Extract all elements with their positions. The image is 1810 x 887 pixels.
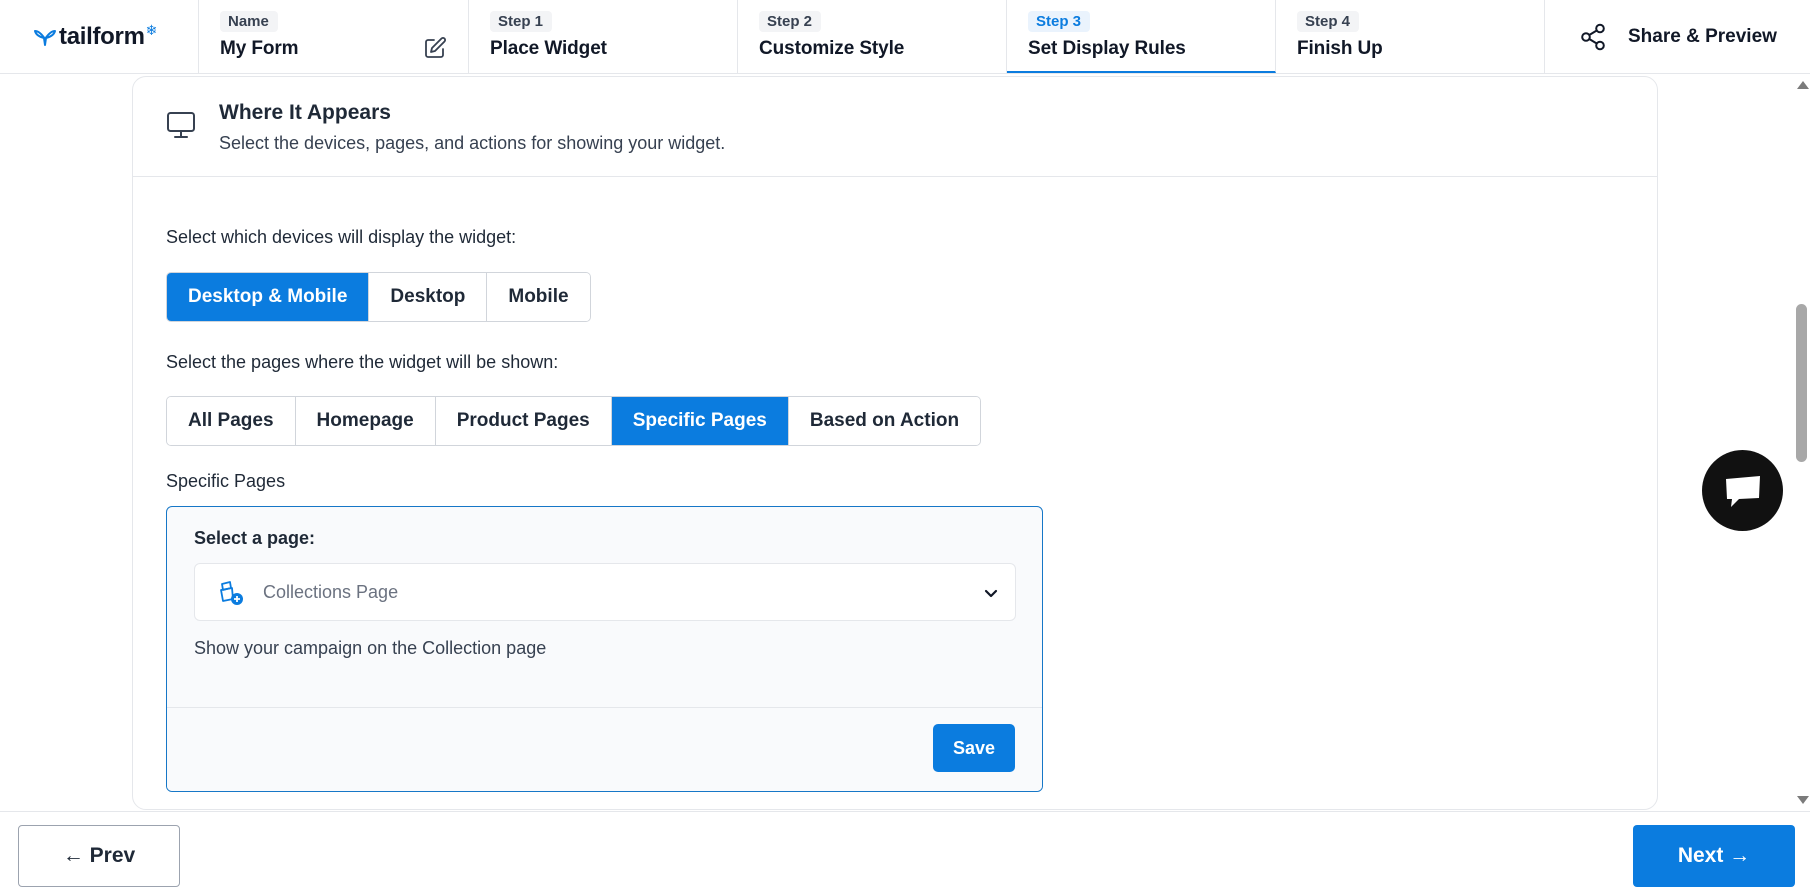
page-description: Show your campaign on the Collection pag… — [194, 638, 547, 658]
tab-step-4[interactable]: Step 4 Finish Up — [1276, 0, 1545, 73]
step-tag: Step 3 — [1028, 11, 1091, 32]
selected-page-value: Collections Page — [263, 582, 399, 602]
chat-button[interactable] — [1702, 450, 1783, 531]
device-option-mobile[interactable]: Mobile — [487, 273, 590, 321]
chat-bubble-icon — [1725, 475, 1760, 507]
step-title: Set Display Rules — [1028, 38, 1186, 59]
brand-logo[interactable]: tailform ❄ — [0, 0, 199, 73]
card-header: Where It Appears Select the devices, pag… — [133, 77, 1657, 177]
step-title: Place Widget — [490, 38, 607, 59]
specific-pages-heading: Specific Pages — [166, 471, 286, 491]
device-selector: Desktop & Mobile Desktop Mobile — [166, 272, 591, 322]
page-scrollbar[interactable] — [1793, 74, 1810, 811]
page-option-all-pages[interactable]: All Pages — [167, 397, 296, 445]
section-title: Where It Appears — [219, 101, 391, 124]
page-option-specific-pages[interactable]: Specific Pages — [611, 397, 789, 445]
snowflake-icon: ❄ — [145, 22, 158, 38]
bottom-navigation: ← Prev Next → — [0, 811, 1810, 887]
tab-step-3[interactable]: Step 3 Set Display Rules — [1007, 0, 1276, 73]
where-it-appears-card: Where It Appears Select the devices, pag… — [132, 76, 1658, 810]
page-option-based-on-action[interactable]: Based on Action — [788, 397, 981, 445]
step-tag: Name — [220, 11, 278, 32]
device-option-desktop-mobile[interactable]: Desktop & Mobile — [167, 273, 370, 321]
tab-step-2[interactable]: Step 2 Customize Style — [738, 0, 1007, 73]
devices-label: Select which devices will display the wi… — [166, 227, 517, 247]
scrollbar-thumb[interactable] — [1796, 304, 1807, 462]
share-icon — [1581, 23, 1605, 50]
device-option-desktop[interactable]: Desktop — [369, 273, 488, 321]
scroll-down-arrow-icon[interactable] — [1797, 796, 1809, 804]
top-navigation: tailform ❄ Name My Form Step 1 Place Wid… — [0, 0, 1810, 74]
share-preview-label: Share & Preview — [1628, 25, 1777, 47]
whale-tail-icon — [34, 29, 56, 46]
save-button[interactable]: Save — [933, 724, 1015, 772]
select-page-label: Select a page: — [194, 528, 316, 548]
step-title: Finish Up — [1297, 38, 1383, 59]
brand-name: tailform — [59, 22, 145, 50]
step-tag: Step 4 — [1297, 11, 1360, 32]
next-button[interactable]: Next → — [1633, 825, 1795, 887]
specific-pages-panel: Select a page: Collections Page Show you… — [166, 506, 1043, 792]
chevron-down-icon — [984, 589, 998, 598]
page-option-homepage[interactable]: Homepage — [295, 397, 436, 445]
step-tag: Step 1 — [490, 11, 553, 32]
step-name[interactable]: Name My Form — [199, 0, 469, 73]
prev-button[interactable]: ← Prev — [18, 825, 180, 887]
section-subtitle: Select the devices, pages, and actions f… — [219, 133, 726, 153]
scroll-up-arrow-icon[interactable] — [1797, 81, 1809, 89]
pages-label: Select the pages where the widget will b… — [166, 352, 559, 372]
monitor-icon — [167, 112, 195, 138]
collection-add-icon — [220, 581, 243, 605]
page-selector: All Pages Homepage Product Pages Specifi… — [166, 396, 982, 446]
tab-step-1[interactable]: Step 1 Place Widget — [469, 0, 738, 73]
share-preview-button[interactable]: Share & Preview — [1545, 0, 1810, 73]
step-title: Customize Style — [759, 38, 905, 59]
panel-footer: Save — [167, 707, 1042, 791]
step-tag: Step 2 — [759, 11, 822, 32]
page-option-product-pages[interactable]: Product Pages — [435, 397, 612, 445]
page-dropdown[interactable]: Collections Page — [194, 563, 1016, 621]
edit-icon[interactable] — [423, 36, 447, 60]
